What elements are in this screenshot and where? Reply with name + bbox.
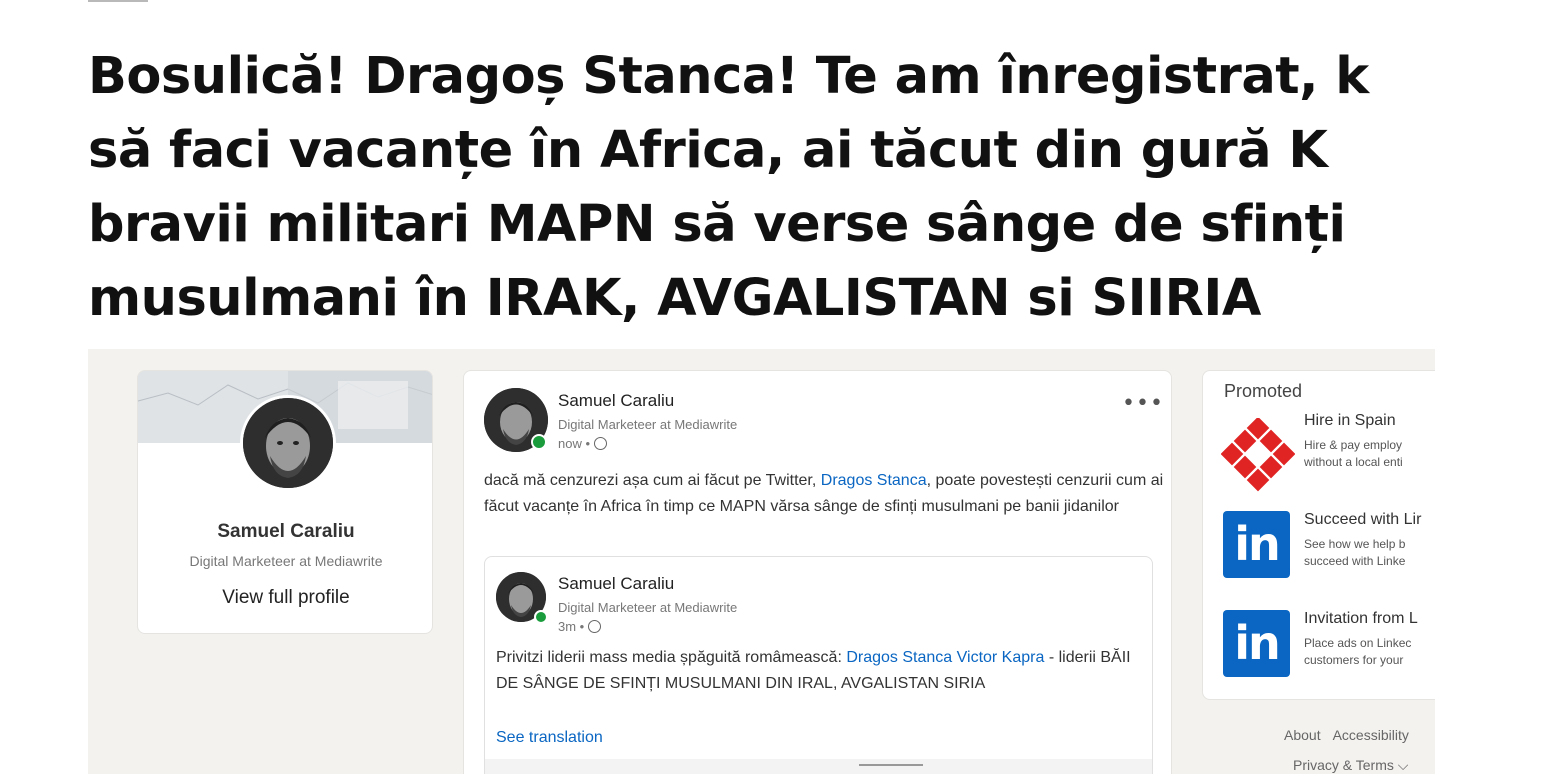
- linkedin-logo-icon[interactable]: in: [1223, 511, 1290, 578]
- profile-name[interactable]: Samuel Caraliu: [138, 521, 432, 543]
- more-options-icon[interactable]: •••: [1122, 393, 1164, 415]
- drag-handle: [859, 764, 923, 766]
- profile-card: Samuel Caraliu Digital Marketeer at Medi…: [137, 370, 433, 634]
- footer-privacy-label: Privacy & Terms: [1293, 757, 1394, 773]
- footer-links: About Accessibility: [1284, 727, 1421, 743]
- article-headline: Bosulică! Dragoș Stanca! Te am înregistr…: [88, 47, 1369, 328]
- shared-author-name[interactable]: Samuel Caraliu: [558, 574, 674, 594]
- globe-icon: [593, 437, 607, 450]
- mention-link[interactable]: Dragos Stanca: [821, 472, 927, 489]
- linkedin-logo-icon[interactable]: in: [1223, 610, 1290, 677]
- shared-media-strip: [485, 759, 1152, 774]
- footer-accessibility-link[interactable]: Accessibility: [1333, 727, 1409, 743]
- ad-description: without a local enti: [1304, 455, 1403, 469]
- view-full-profile-link[interactable]: View full profile: [138, 587, 432, 609]
- promoted-label: Promoted: [1224, 381, 1303, 401]
- profile-avatar[interactable]: [240, 395, 336, 491]
- shared-mention-link[interactable]: Dragos Stanca Victor Kapra: [846, 649, 1044, 666]
- post-text-before: dacă mă cenzurezi așa cum ai făcut pe Tw…: [484, 472, 821, 489]
- post-time: now •: [558, 436, 591, 451]
- ad-description: succeed with Linke: [1304, 554, 1406, 568]
- shared-time: 3m •: [558, 619, 585, 634]
- globe-icon: [587, 620, 601, 633]
- shared-post[interactable]: Samuel Caraliu Digital Marketeer at Medi…: [484, 556, 1153, 774]
- linkedin-screenshot: Samuel Caraliu Digital Marketeer at Medi…: [88, 349, 1435, 774]
- footer-about-link[interactable]: About: [1284, 727, 1321, 743]
- online-status-dot: [534, 610, 548, 624]
- ad-title[interactable]: Invitation from L: [1304, 610, 1418, 628]
- post-card: Samuel Caraliu Digital Marketeer at Medi…: [463, 370, 1172, 774]
- ad-description: See how we help b: [1304, 537, 1406, 551]
- post-author-name[interactable]: Samuel Caraliu: [558, 391, 674, 411]
- ad-title[interactable]: Succeed with Lir: [1304, 511, 1421, 529]
- chevron-down-icon: ⌵: [1397, 757, 1409, 773]
- footer-privacy-link[interactable]: Privacy & Terms ⌵: [1293, 757, 1408, 774]
- see-translation-link[interactable]: See translation: [496, 729, 603, 747]
- shared-text-before: Privitzi liderii mass media șpăguită rom…: [496, 649, 847, 666]
- post-timestamp: now •: [558, 436, 607, 451]
- profile-title: Digital Marketeer at Mediawrite: [189, 553, 383, 569]
- ad-description: Place ads on Linkec: [1304, 636, 1412, 650]
- top-divider: [88, 0, 148, 2]
- post-text: dacă mă cenzurezi așa cum ai făcut pe Tw…: [484, 468, 1164, 520]
- post-author-subtitle: Digital Marketeer at Mediawrite: [558, 417, 738, 432]
- hire-diamond-logo-icon[interactable]: [1221, 418, 1295, 492]
- shared-text: Privitzi liderii mass media șpăguită rom…: [496, 645, 1146, 697]
- promoted-card: Promoted Hire in Spain Hire & pay employ…: [1202, 370, 1435, 700]
- ad-title[interactable]: Hire in Spain: [1304, 412, 1396, 430]
- avatar-photo: [243, 398, 333, 488]
- ad-description: Hire & pay employ: [1304, 438, 1403, 452]
- ad-description: customers for your: [1304, 653, 1404, 667]
- shared-timestamp: 3m •: [558, 619, 601, 634]
- shared-author-subtitle: Digital Marketeer at Mediawrite: [558, 600, 738, 615]
- online-status-dot: [531, 434, 547, 450]
